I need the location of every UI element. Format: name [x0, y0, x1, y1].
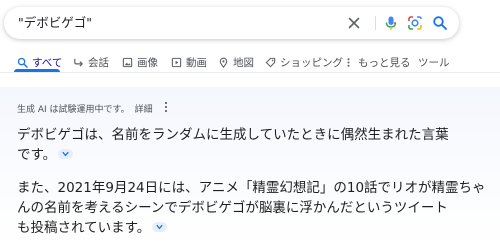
- search-icon[interactable]: [432, 15, 448, 31]
- expand-source-chip[interactable]: [58, 149, 74, 159]
- search-box[interactable]: "デボビゲゴ": [4, 7, 459, 39]
- chevron-down-icon: [62, 151, 69, 157]
- paragraph-line: デボビゲゴは、名前をランダムに生成していたときに偶然生まれた言葉: [17, 127, 449, 143]
- tag-icon: [265, 57, 276, 67]
- more-vert-icon: [347, 57, 350, 67]
- image-icon: [122, 57, 133, 67]
- tab-label: 画像: [137, 56, 158, 69]
- tab-maps[interactable]: 地図: [218, 52, 254, 72]
- tab-shopping[interactable]: ショッピング: [265, 52, 343, 72]
- paragraph-line-last: も投稿されています。: [17, 218, 486, 238]
- notice-text: 生成 AI は試験運用中です。: [17, 104, 130, 115]
- tab-label: すべて: [32, 56, 63, 69]
- tab-label: 会話: [88, 56, 109, 69]
- tab-label: ツール: [418, 56, 450, 69]
- overview-paragraph-2: また、2021年9月24日には、アニメ「精霊幻想記」の10話でリオが精霊ちゃ ん…: [17, 178, 486, 238]
- microphone-icon[interactable]: [383, 15, 399, 31]
- paragraph-line: また、2021年9月24日には、アニメ「精霊幻想記」の10話でリオが精霊ちゃ: [17, 180, 486, 196]
- tab-label: ショッピング: [280, 56, 343, 69]
- map-pin-icon: [219, 57, 228, 68]
- search-icon: [17, 57, 28, 68]
- conversation-arrow-icon: [74, 58, 84, 67]
- clear-icon[interactable]: [346, 15, 362, 31]
- paragraph-line-last: です。: [17, 145, 449, 165]
- search-input[interactable]: "デボビゲゴ": [18, 14, 318, 32]
- video-play-icon: [171, 57, 182, 67]
- search-divider: [375, 16, 376, 30]
- paragraph-line: です。: [17, 147, 57, 163]
- paragraph-line: も投稿されています。: [17, 220, 151, 236]
- tab-images[interactable]: 画像: [122, 52, 158, 72]
- overview-paragraph-1: デボビゲゴは、名前をランダムに生成していたときに偶然生まれた言葉 です。: [17, 125, 449, 165]
- ai-experimental-notice: 生成 AI は試験運用中です。 詳細: [17, 101, 153, 115]
- tab-label: 動画: [186, 56, 207, 69]
- tab-more[interactable]: もっと見る: [343, 52, 411, 72]
- paragraph-line: んの名前を考えるシーンでデボビゲゴが脳裏に浮かんだというツイート: [17, 200, 448, 216]
- tab-label: 地図: [233, 56, 254, 69]
- chevron-down-icon: [156, 224, 163, 230]
- tab-tools[interactable]: ツール: [418, 52, 450, 72]
- expand-source-chip[interactable]: [152, 222, 168, 232]
- details-link[interactable]: 詳細: [135, 102, 153, 115]
- tab-conversation[interactable]: 会話: [73, 52, 109, 72]
- lens-camera-icon[interactable]: [407, 15, 423, 31]
- search-tabs: すべて 会話 画像 動画 地図 ショッピング もっと見る ツール: [0, 52, 500, 74]
- tab-videos[interactable]: 動画: [171, 52, 207, 72]
- tab-label: もっと見る: [358, 56, 411, 69]
- tabs-divider: [0, 72, 500, 73]
- more-options-icon[interactable]: [163, 102, 169, 114]
